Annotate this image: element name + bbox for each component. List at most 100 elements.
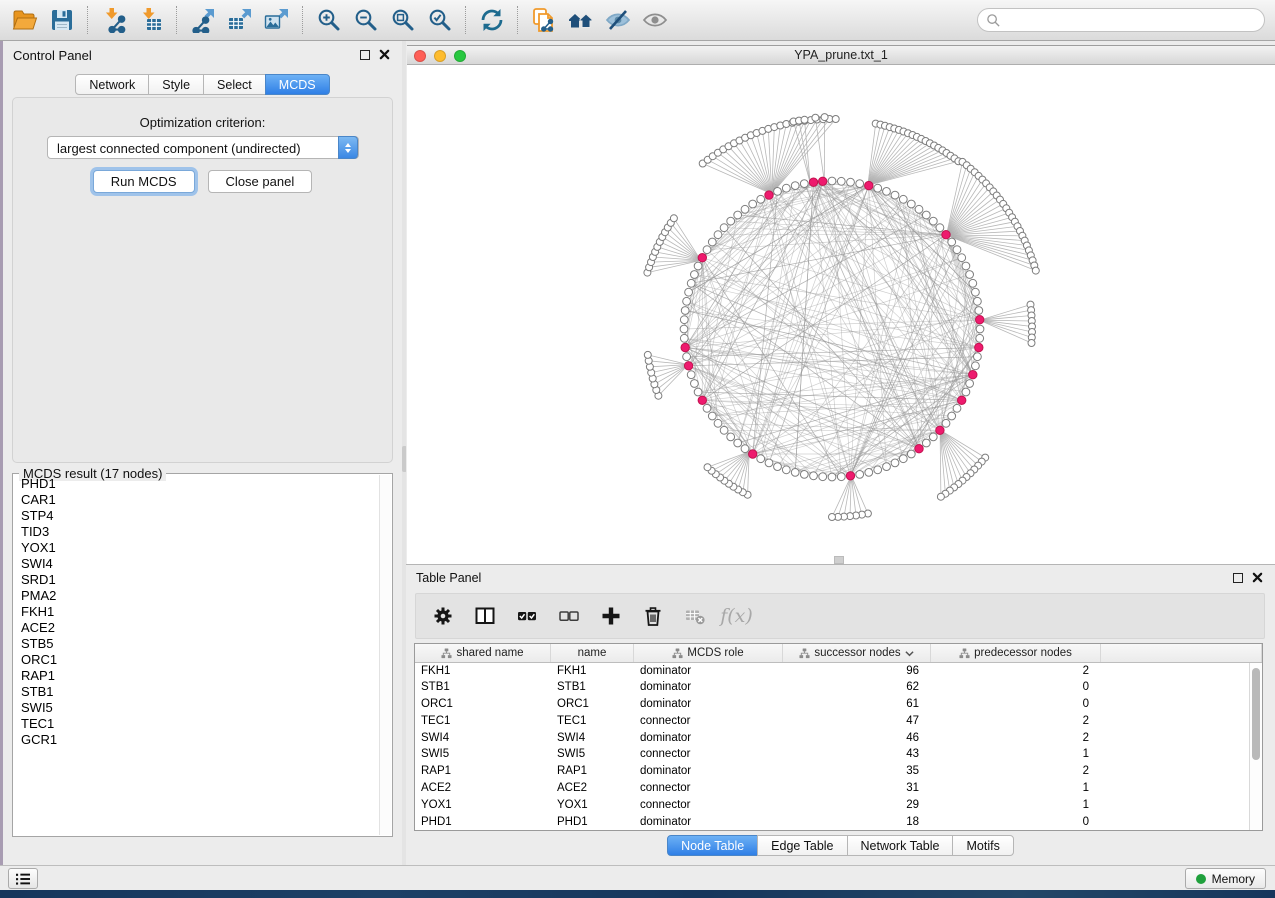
table-cell: 2 [931, 713, 1101, 730]
table-row[interactable]: YOX1YOX1connector291 [415, 797, 1249, 814]
table-row[interactable]: ACE2ACE2connector311 [415, 781, 1249, 798]
export-image-button[interactable] [258, 3, 295, 37]
mcds-result-item[interactable]: YOX1 [14, 540, 378, 556]
table-cell: ORC1 [551, 697, 634, 714]
mcds-result-item[interactable]: PHD1 [14, 476, 378, 492]
mcds-result-item[interactable]: SRD1 [14, 572, 378, 588]
deselect-all-checkboxes-icon [558, 605, 580, 627]
select-all-checkboxes-button[interactable] [508, 597, 545, 635]
column-type-icon [672, 648, 683, 659]
table-cell: SWI5 [415, 747, 551, 764]
canvas-drag-handle[interactable] [834, 556, 844, 564]
task-history-button[interactable] [8, 868, 38, 889]
table-row[interactable]: SWI4SWI4dominator462 [415, 730, 1249, 747]
mcds-result-item[interactable]: RAP1 [14, 668, 378, 684]
refresh-layout-button[interactable] [473, 3, 510, 37]
table-row[interactable]: TEC1TEC1connector472 [415, 713, 1249, 730]
column-header-MCDS-role[interactable]: MCDS role [634, 644, 783, 662]
zoom-out-button[interactable] [347, 3, 384, 37]
desktop-edge-left [0, 41, 3, 865]
search-input[interactable] [1001, 10, 1264, 30]
table-row[interactable]: ORC1ORC1dominator610 [415, 697, 1249, 714]
zoom-fit-button[interactable] [384, 3, 421, 37]
tab-node-table[interactable]: Node Table [667, 835, 758, 856]
table-cell: YOX1 [415, 797, 551, 814]
first-neighbors-icon [568, 7, 594, 33]
tab-motifs[interactable]: Motifs [952, 835, 1013, 856]
show-all-button[interactable] [636, 3, 673, 37]
table-scrollbar[interactable] [1249, 663, 1262, 830]
mcds-result-item[interactable]: STP4 [14, 508, 378, 524]
close-panel-button[interactable]: Close panel [208, 170, 313, 193]
table-header: shared namenameMCDS rolesuccessor nodesp… [415, 644, 1262, 663]
run-mcds-button[interactable]: Run MCDS [93, 170, 195, 193]
criterion-dropdown[interactable]: largest connected component (undirected) [47, 136, 359, 159]
mcds-result-item[interactable]: TEC1 [14, 716, 378, 732]
mcds-result-item[interactable]: TID3 [14, 524, 378, 540]
table-cell: 61 [783, 697, 931, 714]
table-cell: 1 [931, 781, 1101, 798]
table-panel-title: Table Panel [416, 571, 481, 585]
mcds-result-item[interactable]: GCR1 [14, 732, 378, 748]
close-panel-icon[interactable] [379, 49, 390, 60]
table-row[interactable]: SWI5SWI5connector431 [415, 747, 1249, 764]
open-file-button[interactable] [6, 3, 43, 37]
mcds-result-scrollbar[interactable] [379, 475, 391, 835]
hide-selected-icon [605, 7, 631, 33]
right-column: YPA_prune.txt_1 Table Panel f(x) shared … [406, 41, 1275, 865]
apply-function-button[interactable]: f(x) [718, 597, 755, 635]
mcds-result-item[interactable]: FKH1 [14, 604, 378, 620]
tab-network-table[interactable]: Network Table [847, 835, 954, 856]
table-cell: TEC1 [551, 713, 634, 730]
mcds-result-item[interactable]: STB5 [14, 636, 378, 652]
column-header-successor-nodes[interactable]: successor nodes [783, 644, 931, 662]
delete-table-button[interactable] [676, 597, 713, 635]
export-table-button[interactable] [221, 3, 258, 37]
table-scrollbar-thumb[interactable] [1252, 668, 1260, 760]
first-neighbors-button[interactable] [562, 3, 599, 37]
table-cell: 47 [783, 713, 931, 730]
deselect-all-checkboxes-button[interactable] [550, 597, 587, 635]
column-header-predecessor-nodes[interactable]: predecessor nodes [931, 644, 1101, 662]
mcds-result-item[interactable]: ACE2 [14, 620, 378, 636]
export-network-button[interactable] [184, 3, 221, 37]
mcds-result-item[interactable]: CAR1 [14, 492, 378, 508]
close-table-panel-icon[interactable] [1252, 572, 1263, 583]
tab-mcds[interactable]: MCDS [265, 74, 330, 95]
hide-selected-button[interactable] [599, 3, 636, 37]
search-icon [986, 13, 1001, 28]
gear-button[interactable] [424, 597, 461, 635]
network-canvas[interactable] [407, 65, 1275, 564]
mcds-result-item[interactable]: PMA2 [14, 588, 378, 604]
mcds-result-item[interactable]: ORC1 [14, 652, 378, 668]
float-table-panel-icon[interactable] [1233, 573, 1243, 583]
import-table-button[interactable] [132, 3, 169, 37]
column-header-name[interactable]: name [551, 644, 634, 662]
table-row[interactable]: PHD1PHD1dominator180 [415, 814, 1249, 830]
table-cell: PHD1 [415, 814, 551, 830]
memory-button[interactable]: Memory [1185, 868, 1266, 889]
mcds-result-item[interactable]: SWI4 [14, 556, 378, 572]
clone-network-button[interactable] [525, 3, 562, 37]
tab-select[interactable]: Select [203, 74, 266, 95]
tab-edge-table[interactable]: Edge Table [757, 835, 847, 856]
tab-style[interactable]: Style [148, 74, 204, 95]
add-column-button[interactable] [592, 597, 629, 635]
tab-network[interactable]: Network [75, 74, 149, 95]
table-row[interactable]: FKH1FKH1dominator962 [415, 663, 1249, 680]
column-header-shared-name[interactable]: shared name [415, 644, 551, 662]
mcds-result-item[interactable]: STB1 [14, 684, 378, 700]
table-cell: 2 [931, 730, 1101, 747]
import-network-button[interactable] [95, 3, 132, 37]
table-row[interactable]: STB1STB1dominator620 [415, 680, 1249, 697]
zoom-selected-button[interactable] [421, 3, 458, 37]
float-panel-icon[interactable] [360, 50, 370, 60]
mcds-result-item[interactable]: SWI5 [14, 700, 378, 716]
save-session-button[interactable] [43, 3, 80, 37]
column-type-icon [441, 648, 452, 659]
table-row[interactable]: RAP1RAP1dominator352 [415, 764, 1249, 781]
column-type-icon [799, 648, 810, 659]
delete-column-button[interactable] [634, 597, 671, 635]
split-panel-button[interactable] [466, 597, 503, 635]
zoom-in-button[interactable] [310, 3, 347, 37]
